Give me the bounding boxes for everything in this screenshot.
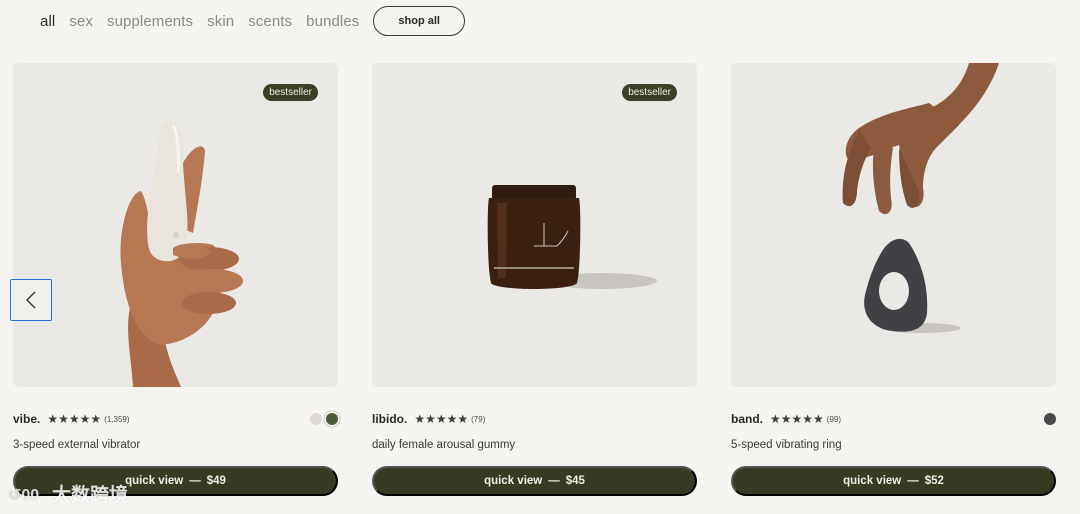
review-count[interactable]: (1,359)	[104, 415, 129, 424]
product-name[interactable]: band.	[731, 412, 763, 426]
review-count[interactable]: (99)	[827, 415, 841, 424]
supplement-jar-image	[372, 63, 697, 387]
quick-view-label: quick view	[125, 475, 184, 487]
product-meta-row: libido. ★★★★★ (79)	[372, 412, 697, 426]
chevron-left-icon	[26, 291, 36, 309]
watermark: ↺00 大数跨境	[8, 480, 128, 507]
category-filter-bar: all sex supplements skin scents bundles …	[40, 6, 465, 36]
filter-supplements[interactable]: supplements	[107, 13, 193, 30]
quick-view-label: quick view	[484, 475, 543, 487]
product-description: 3-speed external vibrator	[13, 439, 141, 451]
separator-dash: —	[189, 475, 201, 487]
swatch-green[interactable]	[326, 413, 338, 425]
watermark-logo-icon: ↺00	[8, 486, 40, 504]
product-meta-row: band. ★★★★★ (99)	[731, 412, 1056, 426]
color-swatches	[1044, 413, 1056, 425]
watermark-text: 大数跨境	[52, 485, 129, 506]
product-image-vibe[interactable]: bestseller	[13, 63, 338, 387]
product-image-band[interactable]	[731, 63, 1056, 387]
hand-and-ring-image	[731, 63, 1056, 387]
product-description: daily female arousal gummy	[372, 439, 516, 451]
separator-dash: —	[907, 475, 919, 487]
swatch-charcoal[interactable]	[1044, 413, 1056, 425]
star-rating: ★★★★★	[414, 412, 469, 426]
separator-dash: —	[548, 475, 560, 487]
swatch-sand[interactable]	[310, 413, 322, 425]
filter-bundles[interactable]: bundles	[306, 13, 359, 30]
filter-sex[interactable]: sex	[69, 13, 93, 30]
bestseller-badge: bestseller	[622, 84, 677, 101]
bestseller-badge: bestseller	[263, 84, 318, 101]
product-name[interactable]: vibe.	[13, 412, 40, 426]
product-description: 5-speed vibrating ring	[731, 439, 842, 451]
price: $49	[206, 475, 226, 487]
star-rating: ★★★★★	[47, 412, 102, 426]
carousel-prev-button[interactable]	[10, 279, 52, 321]
product-card-vibe: bestseller vibe. ★★★★★ (1,359) 3-speed e…	[13, 63, 338, 496]
quick-view-button[interactable]: quick view — $45	[372, 466, 697, 496]
filter-scents[interactable]: scents	[248, 13, 292, 30]
review-count[interactable]: (79)	[471, 415, 485, 424]
star-rating: ★★★★★	[770, 412, 824, 426]
product-image-libido[interactable]: bestseller	[372, 63, 697, 387]
product-name[interactable]: libido.	[372, 412, 407, 426]
product-card-band: band. ★★★★★ (99) 5-speed vibrating ring …	[731, 63, 1056, 496]
price: $45	[565, 475, 585, 487]
quick-view-button[interactable]: quick view — $52	[731, 466, 1056, 496]
shop-all-button[interactable]: shop all	[373, 6, 465, 36]
product-card-libido: bestseller libido. ★★★★★ (79) daily fema…	[372, 63, 697, 496]
quick-view-label: quick view	[843, 475, 902, 487]
filter-all[interactable]: all	[40, 13, 55, 30]
price: $52	[924, 475, 944, 487]
color-swatches	[310, 413, 338, 425]
filter-skin[interactable]: skin	[207, 13, 234, 30]
svg-text:↺00: ↺00	[8, 487, 39, 504]
hand-holding-vibrator-image	[13, 63, 338, 387]
product-meta-row: vibe. ★★★★★ (1,359)	[13, 412, 338, 426]
